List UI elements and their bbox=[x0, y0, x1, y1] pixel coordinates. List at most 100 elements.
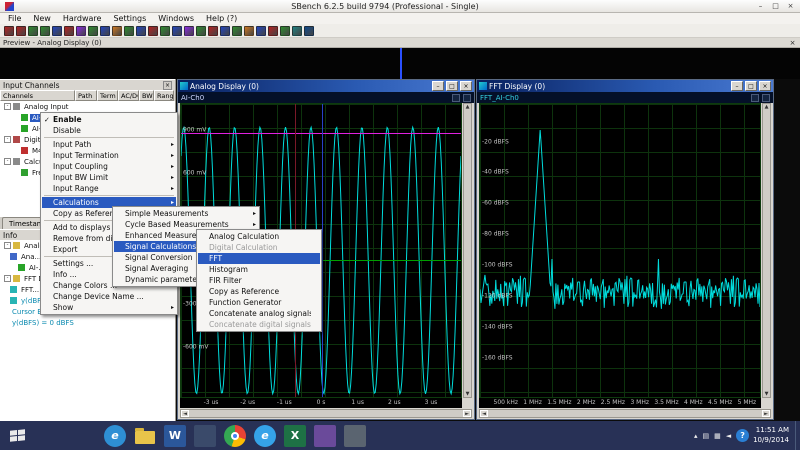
toolbar-icon[interactable] bbox=[292, 25, 302, 36]
maximize-button[interactable]: □ bbox=[446, 81, 458, 91]
scroll-up-icon[interactable]: ▲ bbox=[464, 104, 471, 110]
menu-item-input-coupling[interactable]: Input Coupling ▸ bbox=[42, 161, 176, 172]
toolbar-icon[interactable] bbox=[172, 25, 182, 36]
minimize-button[interactable]: – bbox=[753, 1, 768, 12]
toolbar-icon[interactable] bbox=[268, 25, 278, 36]
analog-window-titlebar[interactable]: Analog Display (0) – □ × bbox=[178, 80, 474, 92]
word-icon[interactable]: W bbox=[164, 424, 186, 447]
column-header-ac-dc[interactable]: AC/DC bbox=[118, 90, 139, 101]
menu-item-enable[interactable]: ✓ Enable bbox=[42, 114, 176, 125]
network-icon[interactable]: ▦ bbox=[714, 432, 721, 440]
tree-expand-icon[interactable]: - bbox=[4, 103, 11, 110]
scroll-down-icon[interactable]: ▼ bbox=[464, 391, 471, 397]
toolbar-icon[interactable] bbox=[52, 25, 62, 36]
app-gray-icon[interactable] bbox=[344, 424, 366, 447]
maximize-button[interactable]: □ bbox=[768, 1, 783, 12]
toolbar-icon[interactable] bbox=[208, 25, 218, 36]
scroll-up-icon[interactable]: ▲ bbox=[763, 104, 770, 110]
toolbar-icon[interactable] bbox=[76, 25, 86, 36]
menu-file[interactable]: File bbox=[2, 13, 27, 24]
preview-area[interactable] bbox=[0, 48, 800, 79]
menu-item-copy-as-reference[interactable]: Copy as Reference bbox=[198, 286, 320, 297]
menu-hardware[interactable]: Hardware bbox=[57, 13, 108, 24]
channel-row-analog-input[interactable]: - Analog Input bbox=[0, 101, 175, 112]
taskbar-clock[interactable]: 11:51 AM 10/9/2014 bbox=[753, 426, 789, 444]
menu-item-input-path[interactable]: Input Path ▸ bbox=[42, 139, 176, 150]
close-icon[interactable]: × bbox=[788, 39, 797, 47]
help-icon[interactable]: ? bbox=[736, 429, 750, 442]
toolbar-icon[interactable] bbox=[28, 25, 38, 36]
info-row-y-dbfs-0-dbfs[interactable]: y(dBFS) = 0 dBFS bbox=[0, 317, 175, 328]
toolbar-icon[interactable] bbox=[40, 25, 50, 36]
toolbar-icon[interactable] bbox=[256, 25, 266, 36]
scroll-left-icon[interactable]: ◄ bbox=[480, 410, 488, 417]
titlebar[interactable]: SBench 6.2.5 build 9794 (Professional - … bbox=[0, 0, 800, 13]
toolbar-icon[interactable] bbox=[148, 25, 158, 36]
vertical-scrollbar[interactable]: ▲ ▼ bbox=[463, 103, 472, 398]
menu-item-disable[interactable]: Disable bbox=[42, 125, 176, 136]
app-purple-icon[interactable] bbox=[314, 424, 336, 447]
toolbar-icon[interactable] bbox=[244, 25, 254, 36]
scroll-left-icon[interactable]: ◄ bbox=[181, 410, 189, 417]
toolbar-icon[interactable] bbox=[304, 25, 314, 36]
menu-item-change-device-name[interactable]: Change Device Name ... bbox=[42, 291, 176, 302]
minimize-button[interactable]: – bbox=[432, 81, 444, 91]
close-button[interactable]: × bbox=[460, 81, 472, 91]
scroll-down-icon[interactable]: ▼ bbox=[763, 391, 770, 397]
toolbar-icon[interactable] bbox=[196, 25, 206, 36]
tree-expand-icon[interactable]: - bbox=[4, 275, 11, 282]
vertical-scrollbar[interactable]: ▲ ▼ bbox=[762, 103, 771, 398]
toolbar-icon[interactable] bbox=[4, 25, 14, 36]
column-header-channels[interactable]: Channels bbox=[0, 90, 75, 101]
tray-expand-icon[interactable]: ▴ bbox=[694, 432, 698, 440]
close-button[interactable]: × bbox=[783, 1, 798, 12]
menu-windows[interactable]: Windows bbox=[152, 13, 200, 24]
menu-item-histogram[interactable]: Histogram bbox=[198, 264, 320, 275]
menu-item-fft[interactable]: FFT bbox=[198, 253, 320, 264]
display-tool-icon[interactable] bbox=[762, 93, 770, 102]
tree-expand-icon[interactable]: - bbox=[4, 242, 11, 249]
scroll-right-icon[interactable]: ► bbox=[463, 410, 471, 417]
action-center-icon[interactable]: ▤ bbox=[702, 432, 709, 440]
tree-expand-icon[interactable]: - bbox=[4, 136, 11, 143]
toolbar-icon[interactable] bbox=[16, 25, 26, 36]
show-desktop-button[interactable] bbox=[795, 421, 800, 450]
menu-item-analog-calculation[interactable]: Analog Calculation bbox=[198, 231, 320, 242]
menu-item-input-bw-limit[interactable]: Input BW Limit ▸ bbox=[42, 172, 176, 183]
start-button[interactable] bbox=[0, 421, 34, 450]
maximize-button[interactable]: □ bbox=[745, 81, 757, 91]
close-button[interactable]: × bbox=[759, 81, 771, 91]
toolbar-icon[interactable] bbox=[220, 25, 230, 36]
toolbar-icon[interactable] bbox=[184, 25, 194, 36]
menu-help[interactable]: Help (?) bbox=[200, 13, 243, 24]
display-tool-icon[interactable] bbox=[452, 93, 460, 102]
minimize-button[interactable]: – bbox=[731, 81, 743, 91]
internet-explorer-icon[interactable]: e bbox=[104, 424, 126, 447]
display-tool-icon[interactable] bbox=[751, 93, 759, 102]
toolbar-icon[interactable] bbox=[88, 25, 98, 36]
menu-item-input-range[interactable]: Input Range ▸ bbox=[42, 183, 176, 194]
toolbar-icon[interactable] bbox=[136, 25, 146, 36]
app-icon[interactable] bbox=[5, 1, 14, 11]
toolbar-icon[interactable] bbox=[112, 25, 122, 36]
menu-item-function-generator[interactable]: Function Generator bbox=[198, 297, 320, 308]
toolbar-icon[interactable] bbox=[160, 25, 170, 36]
close-icon[interactable]: × bbox=[163, 80, 172, 90]
menu-item-concatenate-analog-signals[interactable]: Concatenate analog signals bbox=[198, 308, 320, 319]
column-header-term[interactable]: Term bbox=[97, 90, 118, 101]
internet-explorer-icon[interactable]: e bbox=[254, 424, 276, 447]
menu-item-fir-filter[interactable]: FIR Filter bbox=[198, 275, 320, 286]
scroll-right-icon[interactable]: ► bbox=[762, 410, 770, 417]
toolbar-icon[interactable] bbox=[232, 25, 242, 36]
toolbar-icon[interactable] bbox=[64, 25, 74, 36]
menu-settings[interactable]: Settings bbox=[107, 13, 152, 24]
file-explorer-icon[interactable] bbox=[134, 425, 156, 447]
menu-item-input-termination[interactable]: Input Termination ▸ bbox=[42, 150, 176, 161]
volume-icon[interactable]: ◄ bbox=[726, 432, 731, 440]
app-window-icon[interactable] bbox=[194, 424, 216, 447]
fft-window-titlebar[interactable]: FFT Display (0) – □ × bbox=[477, 80, 773, 92]
excel-icon[interactable]: X bbox=[284, 424, 306, 447]
column-header-bw[interactable]: BW bbox=[139, 90, 154, 101]
chrome-icon[interactable] bbox=[224, 424, 246, 447]
menu-item-simple-measurements[interactable]: Simple Measurements ▸ bbox=[114, 208, 258, 219]
